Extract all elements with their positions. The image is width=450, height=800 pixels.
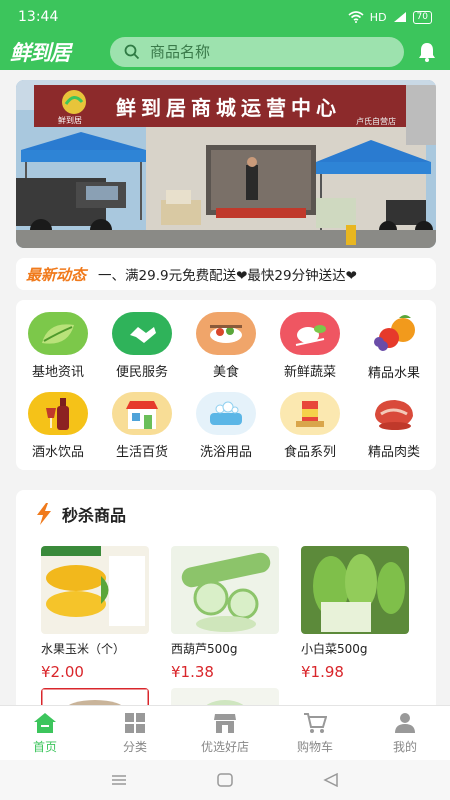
category-item[interactable]: 新鲜蔬菜 <box>268 300 352 380</box>
battery-indicator: 70 <box>412 10 432 24</box>
product-card[interactable]: 小白菜500g ¥1.98 <box>301 546 411 681</box>
tab-profile[interactable]: 我的 <box>360 706 450 760</box>
tab-label: 我的 <box>392 739 417 754</box>
news-label: 最新动态 <box>26 265 87 284</box>
category-label: 基地资讯 <box>31 365 84 380</box>
category-label: 精品肉类 <box>367 445 420 460</box>
app-screen: 13:44 HD 70 鲜到居 商品名称 鲜到居商城运营中心 卢氏自营店 鲜到居… <box>0 0 450 800</box>
search-icon <box>124 44 140 60</box>
bath-icon <box>196 392 256 435</box>
flash-sale-header: 秒杀商品 <box>36 502 126 526</box>
status-icons: HD 70 <box>348 10 432 24</box>
home-button-icon[interactable] <box>217 773 233 787</box>
category-label: 新鲜蔬菜 <box>283 365 336 380</box>
home-icon <box>34 712 56 733</box>
bell-icon <box>419 43 435 62</box>
flash-sale-section: 秒杀商品 水果玉米（个） ¥2.00 西葫芦500g ¥1.38 小白菜500g… <box>16 490 436 720</box>
category-item[interactable]: 洗浴用品 <box>184 380 268 460</box>
signal-icon <box>393 12 406 22</box>
category-item[interactable]: 精品肉类 <box>352 380 436 460</box>
status-bar: 13:44 HD 70 <box>0 0 450 34</box>
category-item[interactable]: 美食 <box>184 300 268 380</box>
notification-button[interactable] <box>414 39 440 65</box>
category-label: 便民服务 <box>115 365 168 380</box>
tab-label: 分类 <box>122 739 147 754</box>
category-item[interactable]: 食品系列 <box>268 380 352 460</box>
product-name: 小白菜500g <box>301 642 368 656</box>
app-logo: 鲜到居 <box>10 41 71 65</box>
grid-icon <box>125 712 145 733</box>
search-input[interactable] <box>150 43 350 61</box>
product-name: 西葫芦500g <box>171 642 238 656</box>
store-icon <box>112 392 172 435</box>
category-label: 美食 <box>212 365 239 380</box>
promo-banner[interactable]: 鲜到居商城运营中心 卢氏自营店 鲜到居 <box>16 80 436 248</box>
tab-shops[interactable]: 优选好店 <box>180 706 270 760</box>
tab-home[interactable]: 首页 <box>0 706 90 760</box>
shop-icon <box>214 713 236 733</box>
tab-label: 购物车 <box>296 739 333 754</box>
product-price: ¥1.38 <box>171 663 214 681</box>
product-card[interactable]: 西葫芦500g ¥1.38 <box>171 546 281 681</box>
category-label: 精品水果 <box>367 366 420 381</box>
product-price: ¥2.00 <box>41 663 84 681</box>
category-row-1: 基地资讯 便民服务 美食 新鲜蔬菜 精品水果 <box>16 300 436 381</box>
bottom-tab-bar: 首页 分类 优选好店 购物车 我的 <box>0 705 450 760</box>
category-item[interactable]: 酒水饮品 <box>16 380 100 460</box>
flash-sale-title: 秒杀商品 <box>62 506 127 525</box>
category-item[interactable]: 生活百货 <box>100 380 184 460</box>
meat-icon <box>364 392 424 435</box>
snack-icon <box>280 392 340 435</box>
tab-cart[interactable]: 购物车 <box>270 706 360 760</box>
tab-label: 优选好店 <box>200 739 249 754</box>
network-type: HD <box>369 10 387 24</box>
product-image-corn <box>41 546 149 634</box>
product-price: ¥1.98 <box>301 663 344 681</box>
tab-category[interactable]: 分类 <box>90 706 180 760</box>
category-item[interactable]: 便民服务 <box>100 300 184 380</box>
category-item[interactable]: 精品水果 <box>352 300 436 381</box>
tab-label: 首页 <box>32 739 57 754</box>
search-bar[interactable] <box>110 37 404 67</box>
wifi-icon <box>348 11 364 23</box>
category-label: 洗浴用品 <box>199 445 252 460</box>
food-bowl-icon <box>196 312 256 355</box>
product-image-zucchini <box>171 546 279 634</box>
wine-icon <box>28 392 88 435</box>
banner-sign-subtext: 卢氏自营店 <box>356 117 396 126</box>
cart-icon <box>304 712 327 733</box>
handshake-icon <box>112 312 172 355</box>
banner-sign-logo-text: 鲜到居 <box>58 116 82 125</box>
vegetable-icon <box>280 312 340 355</box>
product-name: 水果玉米（个） <box>41 642 126 656</box>
status-time: 13:44 <box>18 9 59 25</box>
product-image-bokchoy <box>301 546 409 634</box>
app-header: 鲜到居 <box>0 34 450 70</box>
product-card[interactable]: 水果玉米（个） ¥2.00 <box>41 546 151 681</box>
category-item[interactable]: 基地资讯 <box>16 300 100 380</box>
banner-sign-text: 鲜到居商城运营中心 <box>116 96 341 120</box>
system-nav-bar <box>0 760 450 800</box>
fruit-icon <box>364 312 424 356</box>
news-ticker[interactable]: 最新动态 一、满29.9元免费配送❤最快29分钟送达❤ <box>16 258 436 290</box>
menu-icon[interactable] <box>111 774 127 786</box>
category-row-2: 酒水饮品 生活百货 洗浴用品 食品系列 精品肉类 <box>16 380 436 460</box>
category-label: 生活百货 <box>115 445 168 460</box>
leaf-icon <box>28 312 88 355</box>
category-label: 食品系列 <box>283 445 336 460</box>
news-text: 一、满29.9元免费配送❤最快29分钟送达❤ <box>98 268 357 284</box>
category-label: 酒水饮品 <box>31 445 84 460</box>
lightning-icon <box>37 503 51 525</box>
user-icon <box>395 712 415 733</box>
category-grid: 基地资讯 便民服务 美食 新鲜蔬菜 精品水果 酒水饮品 生活百货 洗浴用品 食品… <box>16 300 436 470</box>
back-icon[interactable] <box>323 773 339 787</box>
